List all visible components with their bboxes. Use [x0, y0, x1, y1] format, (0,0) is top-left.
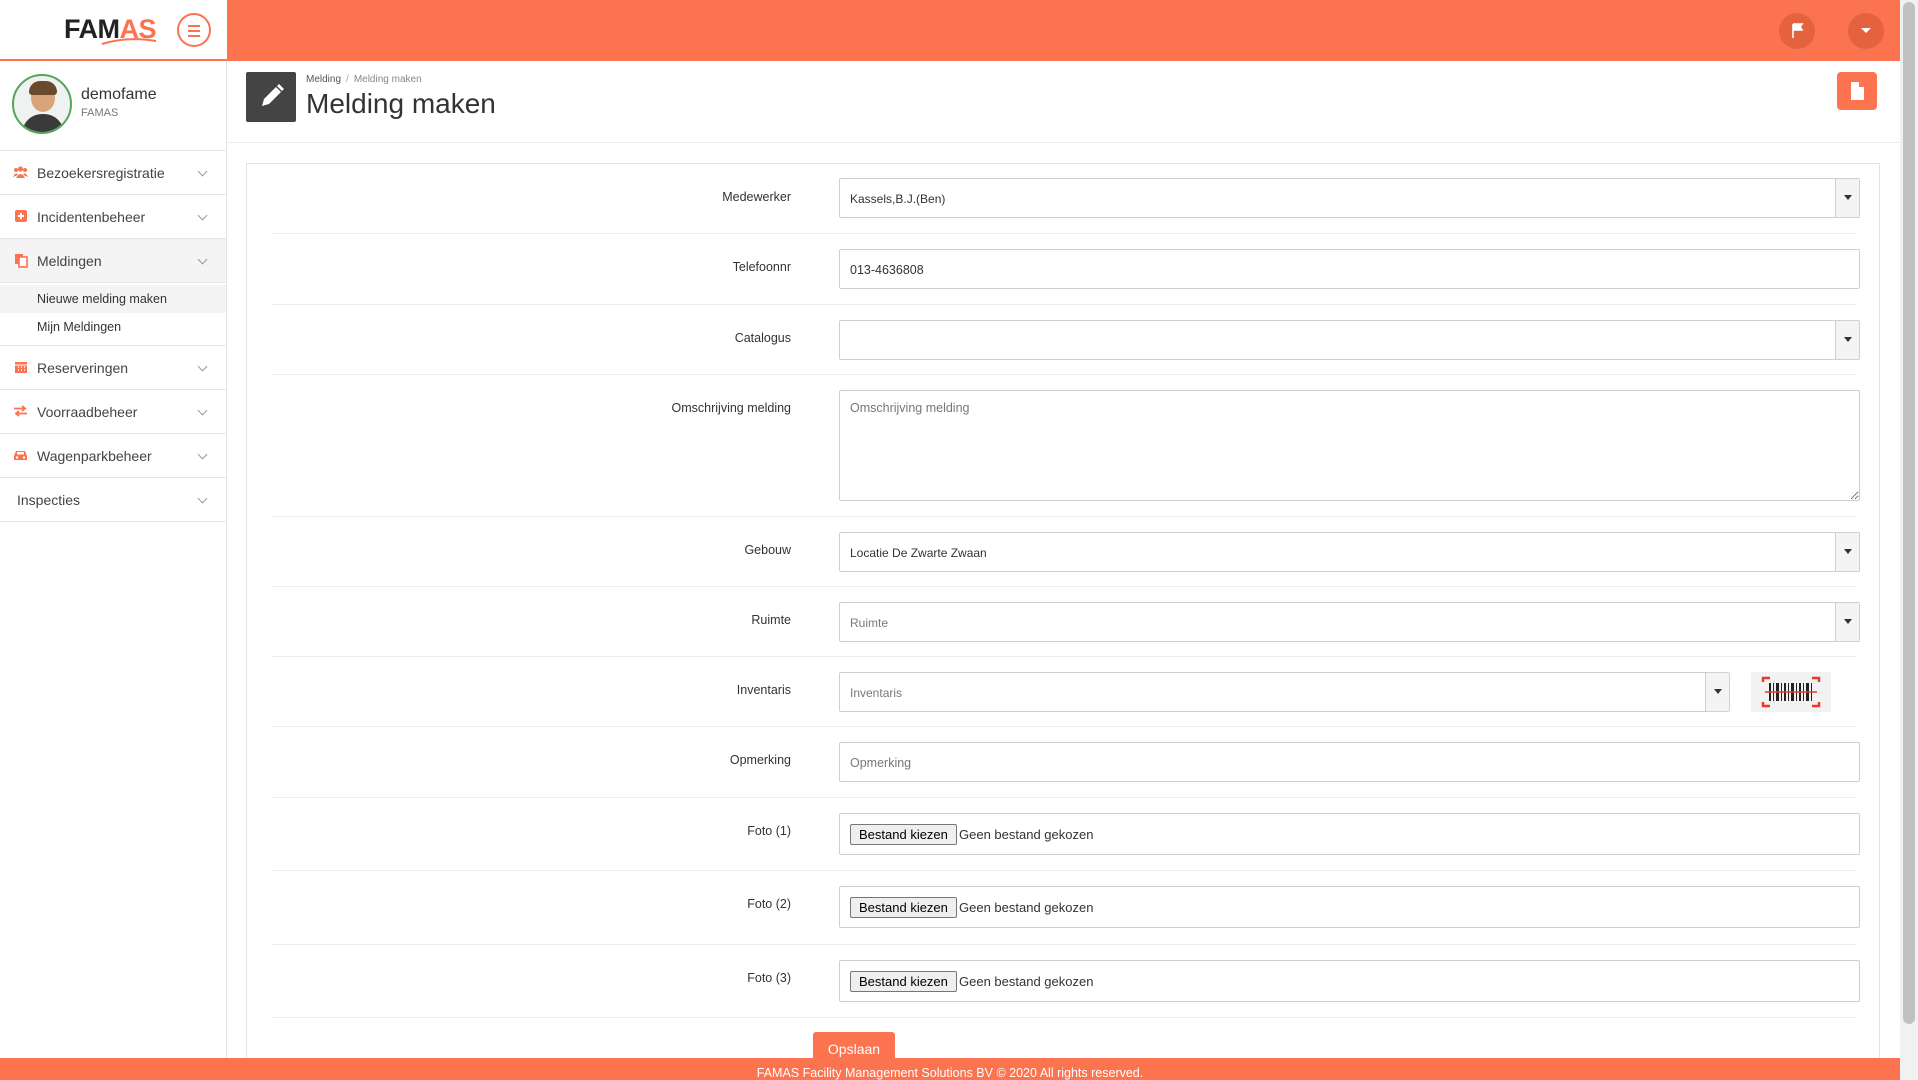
form-row-inventaris: Inventaris Inventaris	[272, 657, 1856, 727]
chevron-down-icon	[197, 493, 208, 504]
page-title: Melding maken	[306, 88, 496, 119]
telefoonnr-input[interactable]: 013-4636808	[839, 249, 1860, 289]
form-row-opmerking: Opmerking Opmerking	[272, 727, 1860, 798]
form-row-gebouw: Gebouw Locatie De Zwarte Zwaan	[272, 517, 1860, 587]
submenu-nieuwe-melding[interactable]: Nieuwe melding maken	[0, 285, 226, 313]
scrollbar-thumb[interactable]	[1903, 2, 1915, 1024]
logo-swoosh	[101, 38, 157, 45]
footer: FAMAS Facility Management Solutions BV ©…	[0, 1058, 1900, 1080]
menu-toggle-icon[interactable]	[177, 13, 211, 47]
flag-icon[interactable]	[1779, 13, 1815, 49]
car-icon	[13, 448, 28, 462]
sidebar-item-bezoekersregistratie[interactable]: Bezoekersregistratie	[0, 151, 226, 195]
ruimte-select[interactable]: Ruimte	[839, 602, 1860, 642]
caret-down-icon	[1705, 673, 1729, 711]
catalogus-select[interactable]	[839, 320, 1860, 360]
sidebar-item-wagenparkbeheer[interactable]: Wagenparkbeheer	[0, 434, 226, 478]
chevron-down-icon	[197, 361, 208, 372]
form-row-catalogus: Catalogus	[272, 305, 1860, 375]
sidebar-item-voorraadbeheer[interactable]: Voorraadbeheer	[0, 390, 226, 434]
sidebar-item-inspecties[interactable]: Inspecties	[0, 478, 226, 522]
form-row-foto-1: Foto (1) Bestand kiezen Geen bestand gek…	[272, 798, 1860, 871]
chevron-down-icon	[197, 449, 208, 460]
foto-1-file-input[interactable]: Bestand kiezen Geen bestand gekozen	[839, 813, 1860, 855]
page-header: Melding / Melding maken Melding maken	[227, 61, 1900, 143]
file-icon	[1851, 82, 1864, 100]
chevron-down-icon	[197, 166, 208, 177]
caret-down-icon	[1835, 179, 1859, 217]
form-row-telefoonnr: Telefoonnr 013-4636808	[272, 234, 1860, 305]
sidebar-item-incidentenbeheer[interactable]: Incidentenbeheer	[0, 195, 226, 239]
caret-down-icon	[1835, 533, 1859, 571]
brand-area: FAMAS	[0, 0, 227, 61]
submenu-mijn-meldingen[interactable]: Mijn Meldingen	[0, 313, 226, 341]
form-row-omschrijving: Omschrijving melding	[272, 375, 1860, 517]
pencil-icon	[246, 72, 296, 122]
foto-3-file-input[interactable]: Bestand kiezen Geen bestand gekozen	[839, 960, 1860, 1002]
meldingen-submenu: Nieuwe melding maken Mijn Meldingen	[0, 283, 226, 346]
files-icon	[13, 253, 28, 268]
form-row-foto-2: Foto (2) Bestand kiezen Geen bestand gek…	[272, 871, 1860, 945]
form-panel: Medewerker Kassels,B.J.(Ben) Telefoonnr …	[246, 163, 1880, 1065]
form-row-medewerker: Medewerker Kassels,B.J.(Ben)	[272, 164, 1860, 234]
sidebar-item-reserveringen[interactable]: Reserveringen	[0, 346, 226, 390]
chevron-down-icon	[197, 210, 208, 221]
choose-file-button[interactable]: Bestand kiezen	[850, 971, 957, 992]
caret-down-icon	[1835, 321, 1859, 359]
gebouw-select[interactable]: Locatie De Zwarte Zwaan	[839, 532, 1860, 572]
plus-square-icon	[13, 209, 28, 223]
foto-2-file-input[interactable]: Bestand kiezen Geen bestand gekozen	[839, 886, 1860, 928]
page-scrollbar[interactable]	[1900, 0, 1918, 1080]
medewerker-select[interactable]: Kassels,B.J.(Ben)	[839, 178, 1860, 218]
user-org: FAMAS	[81, 107, 119, 119]
omschrijving-textarea[interactable]	[839, 390, 1860, 501]
chevron-down-icon	[197, 254, 208, 265]
breadcrumb-current: Melding maken	[353, 74, 422, 85]
barcode-scanner-icon	[1761, 676, 1821, 708]
avatar	[12, 74, 72, 134]
exchange-icon	[13, 404, 28, 418]
sidebar: demofame FAMAS Bezoekersregistratie Inci…	[0, 61, 227, 1065]
breadcrumb: Melding / Melding maken	[306, 74, 422, 85]
barcode-scan-button[interactable]	[1751, 672, 1831, 712]
caret-down-icon	[1835, 603, 1859, 641]
breadcrumb-melding[interactable]: Melding	[306, 74, 341, 85]
user-profile: demofame FAMAS	[0, 61, 226, 151]
users-icon	[13, 165, 28, 179]
form-row-ruimte: Ruimte Ruimte	[272, 587, 1860, 657]
chevron-down-icon	[197, 405, 208, 416]
form-row-foto-3: Foto (3) Bestand kiezen Geen bestand gek…	[272, 945, 1860, 1018]
top-bar	[0, 0, 1900, 61]
inventaris-select[interactable]: Inventaris	[839, 672, 1730, 712]
calendar-icon	[13, 360, 28, 374]
choose-file-button[interactable]: Bestand kiezen	[850, 897, 957, 918]
document-button[interactable]	[1837, 72, 1877, 110]
user-menu-dropdown[interactable]	[1848, 13, 1884, 49]
sidebar-item-meldingen[interactable]: Meldingen	[0, 239, 226, 283]
opmerking-input[interactable]: Opmerking	[839, 742, 1860, 782]
choose-file-button[interactable]: Bestand kiezen	[850, 824, 957, 845]
user-name: demofame	[81, 86, 157, 103]
